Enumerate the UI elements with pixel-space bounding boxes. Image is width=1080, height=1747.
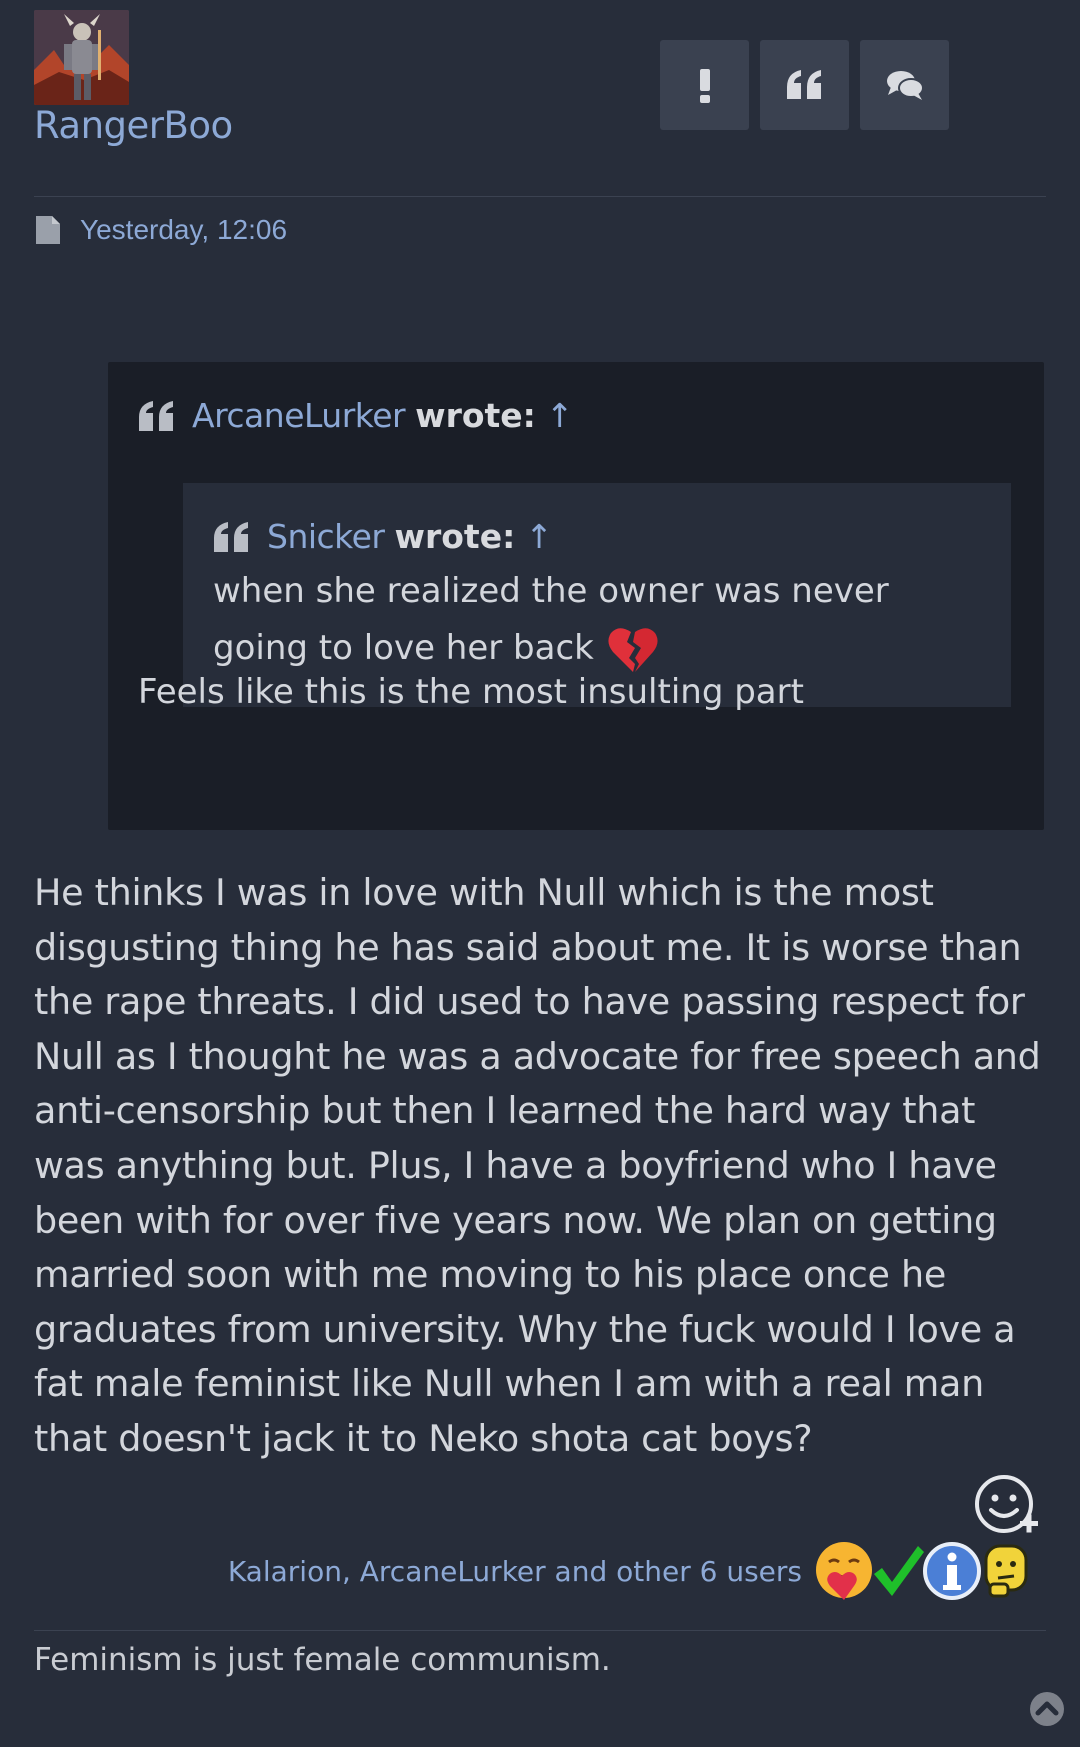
nested-quote-wrote-label: wrote: <box>394 517 516 556</box>
nested-quote-header: Snicker wrote: ↑ <box>213 517 553 556</box>
quote-text: Feels like this is the most insulting pa… <box>138 672 804 712</box>
post-date-text: Yesterday, 12:06 <box>80 214 288 245</box>
nested-quote-jump-link[interactable]: ↑ <box>525 517 553 556</box>
header-divider <box>34 196 1046 197</box>
quote-icon <box>214 521 248 552</box>
post-actions <box>660 40 949 130</box>
body-line: Null as I thought he was a advocate for … <box>34 1034 1041 1078</box>
forum-post: RangerBoo Yesterday, 12:06 ArcaneLurker … <box>0 0 1080 1747</box>
body-line: anti-censorship but then I learned the h… <box>34 1089 976 1133</box>
body-line: married soon with me moving to his place… <box>34 1253 946 1297</box>
nested-quote-line-text: going to love her back <box>213 628 594 668</box>
reaction-users-list[interactable]: Kalarion, ArcaneLurker and other 6 users <box>228 1555 802 1588</box>
quote-button[interactable] <box>760 40 849 130</box>
info-icon[interactable] <box>922 1540 982 1602</box>
check-mark-icon[interactable] <box>868 1540 928 1602</box>
report-button[interactable] <box>660 40 749 130</box>
quote-icon <box>139 400 173 431</box>
body-line: that doesn't jack it to Neko shota cat b… <box>34 1416 813 1460</box>
thinking-icon[interactable] <box>976 1540 1036 1602</box>
body-line: fat male feminist like Null when I am wi… <box>34 1362 984 1406</box>
username-link[interactable]: RangerBoo <box>34 104 233 147</box>
scroll-to-top-button[interactable] <box>1028 1690 1066 1728</box>
add-reaction-button[interactable] <box>974 1474 1040 1540</box>
file-icon <box>36 216 60 244</box>
quote-jump-link[interactable]: ↑ <box>546 396 574 435</box>
post-body: He thinks I was in love with Null which … <box>34 866 1054 1467</box>
post-date[interactable]: Yesterday, 12:06 <box>34 214 287 246</box>
quote-header: ArcaneLurker wrote: ↑ <box>138 396 574 435</box>
exclamation-icon <box>699 69 710 103</box>
nested-quote-author-link[interactable]: Snicker <box>267 517 385 556</box>
body-line: He thinks I was in love with Null which … <box>34 871 934 914</box>
reply-button[interactable] <box>860 40 949 130</box>
quote-author-link[interactable]: ArcaneLurker <box>192 396 406 435</box>
nested-quote-text: when she realized the owner was never go… <box>213 563 889 677</box>
signature-divider <box>34 1630 1046 1631</box>
hugging-heart-icon[interactable] <box>814 1540 874 1602</box>
body-line: was anything but. Plus, I have a boyfrie… <box>34 1143 997 1187</box>
quote-wrote-label: wrote: <box>415 396 536 435</box>
body-line: disgusting thing he has said about me. I… <box>34 925 1022 969</box>
user-signature: Feminism is just female communism. <box>34 1642 611 1678</box>
quote-icon <box>786 70 821 99</box>
avatar[interactable] <box>34 10 129 105</box>
comments-icon <box>886 71 924 100</box>
nested-quote-line: when she realized the owner was never <box>213 571 889 611</box>
reactions-bar[interactable]: Kalarion, ArcaneLurker and other 6 users <box>228 1540 1030 1602</box>
body-line: graduates from university. Why the fuck … <box>34 1307 1016 1351</box>
body-line: the rape threats. I did used to have pas… <box>34 980 1025 1024</box>
body-line: been with for over five years now. We pl… <box>34 1198 997 1242</box>
blockquote: ArcaneLurker wrote: ↑ Snicker wrote: ↑ w… <box>108 362 1044 830</box>
